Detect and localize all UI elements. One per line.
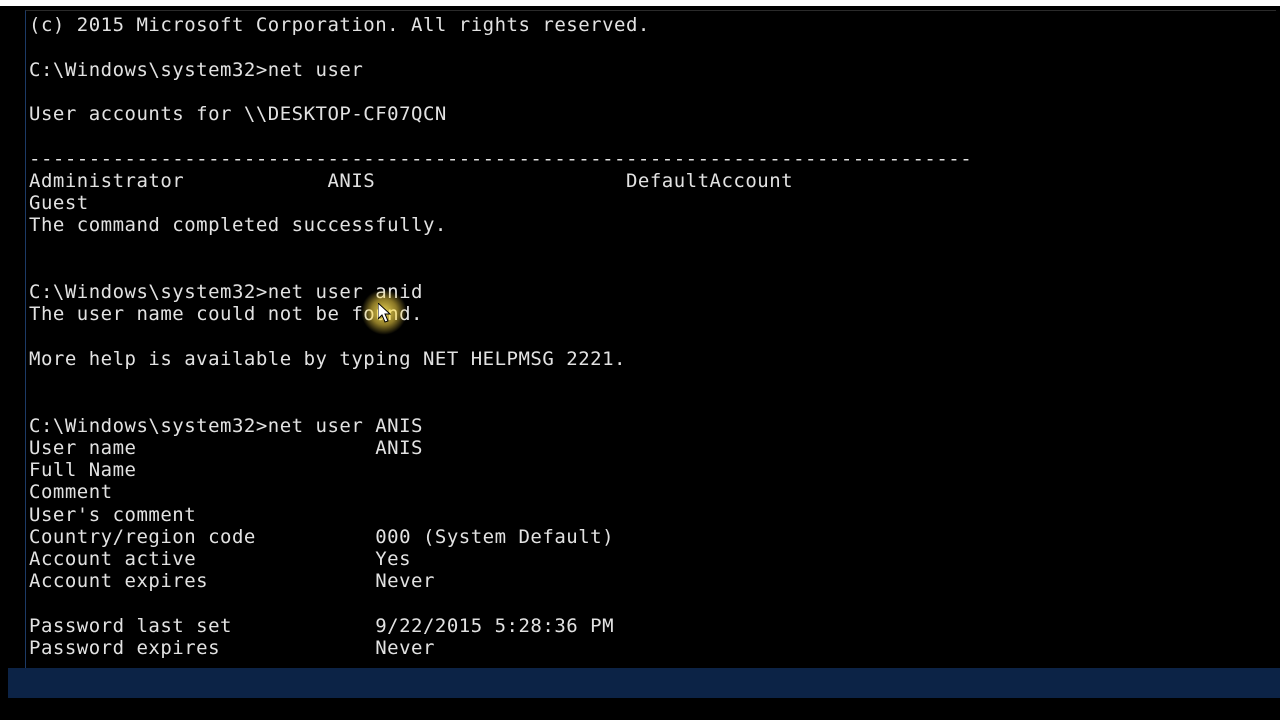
prompt: C:\Windows\system32> [29,59,268,81]
detail-row: Account active Yes [29,548,411,570]
detail-row: User's comment [29,504,196,526]
command-2: net user anid [268,281,423,303]
accounts-row: Administrator ANIS DefaultAccount [29,170,793,192]
copyright-line: (c) 2015 Microsoft Corporation. All righ… [29,14,650,36]
detail-row: Password last set 9/22/2015 5:28:36 PM [29,615,614,637]
prompt: C:\Windows\system32> [29,415,268,437]
error-help: More help is available by typing NET HEL… [29,348,626,370]
detail-row: Comment [29,481,113,503]
accounts-header: User accounts for \\DESKTOP-CF07QCN [29,103,447,125]
error-line: The user name could not be found. [29,303,423,325]
detail-row: User name ANIS [29,437,423,459]
bottom-frame-strip [8,668,1280,698]
command-1: net user [268,59,364,81]
accounts-row: Guest [29,192,89,214]
detail-row: Account expires Never [29,570,435,592]
top-divider [0,0,1280,6]
command-result: The command completed successfully. [29,214,447,236]
command-3: net user ANIS [268,415,423,437]
detail-row: Country/region code 000 (System Default) [29,526,614,548]
terminal-output[interactable]: (c) 2015 Microsoft Corporation. All righ… [26,11,1276,659]
screen-frame: (c) 2015 Microsoft Corporation. All righ… [0,0,1280,720]
detail-row: Full Name [29,459,136,481]
divider-line: ----------------------------------------… [29,148,972,170]
command-prompt-window[interactable]: (c) 2015 Microsoft Corporation. All righ… [25,10,1276,680]
prompt: C:\Windows\system32> [29,281,268,303]
detail-row: Password expires Never [29,637,435,659]
